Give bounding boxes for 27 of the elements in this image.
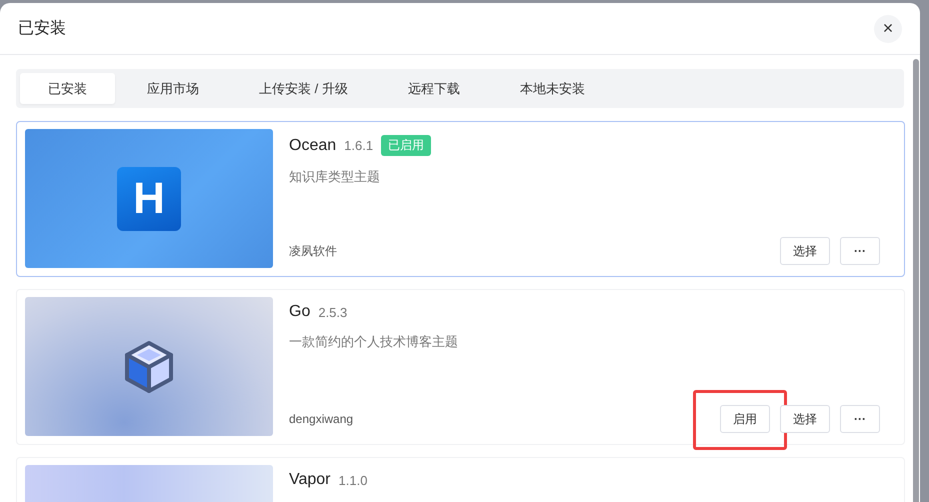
theme-card[interactable]: H Ocean 1.6.1 已启用 知识库类型主题 凌夙软件 选择 ··· [16,121,905,277]
theme-logo-icon: H [117,166,181,230]
theme-author: 凌夙软件 [289,242,337,260]
theme-card[interactable]: Vapor 1.1.0 [16,457,905,502]
scrollbar[interactable] [913,59,919,502]
theme-name: Vapor [289,471,331,489]
theme-name: Go [289,303,310,321]
theme-version: 1.6.1 [344,138,374,153]
action-button[interactable]: 启用 [720,405,770,433]
theme-author: dengxiwang [289,412,354,426]
theme-description: 一款简约的个人技术博客主题 [289,333,459,351]
theme-version: 2.5.3 [318,304,348,320]
theme-description: 知识库类型主题 [289,168,381,186]
tab[interactable]: 应用市场 [119,73,227,104]
dialog-title: 已安装 [18,18,66,39]
theme-version: 1.1.0 [338,472,368,488]
more-button[interactable]: ··· [840,405,880,433]
tab[interactable]: 已安装 [20,73,115,104]
tab[interactable]: 远程下载 [380,73,488,104]
tab[interactable]: 本地未安装 [492,73,613,104]
more-button[interactable]: ··· [840,237,880,265]
theme-name: Ocean [289,136,336,154]
status-badge: 已启用 [381,135,432,156]
tab[interactable]: 上传安装 / 升级 [231,73,376,104]
action-button[interactable]: 选择 [780,405,830,433]
action-button[interactable]: 选择 [780,237,830,265]
close-button[interactable]: × [874,14,902,42]
